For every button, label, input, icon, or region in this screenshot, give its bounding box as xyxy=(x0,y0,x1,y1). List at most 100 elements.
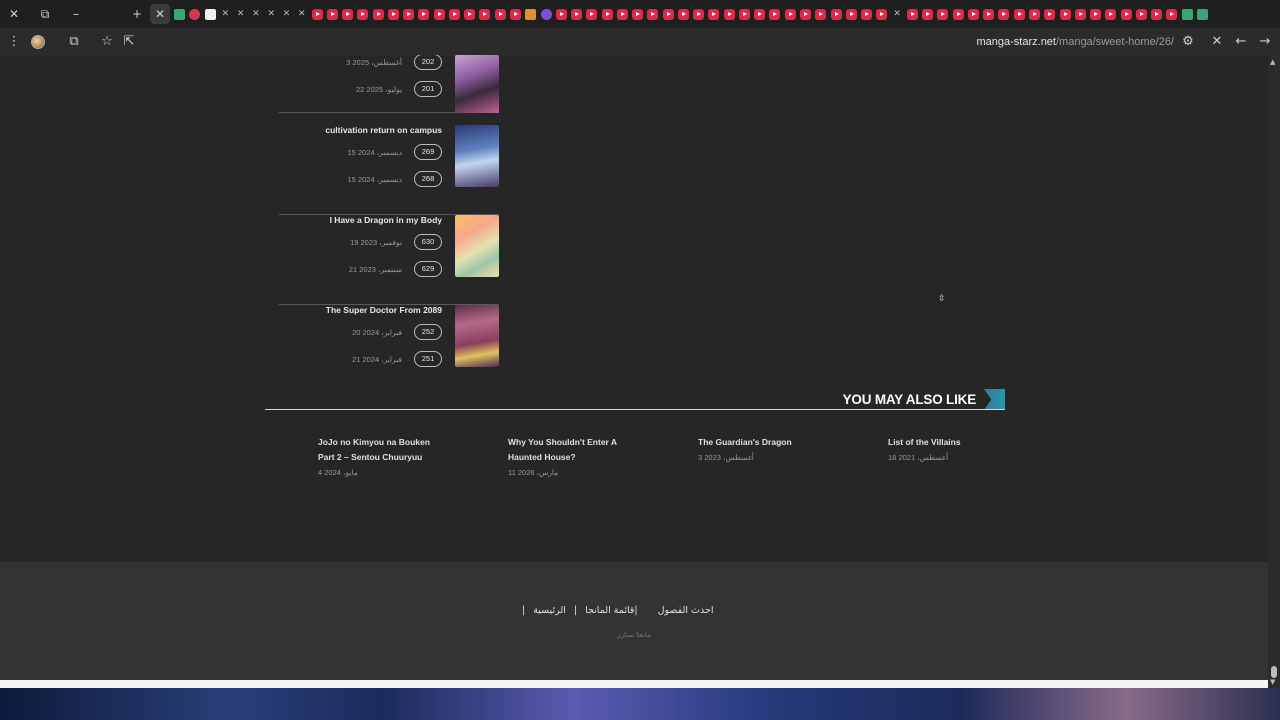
close-tab-icon[interactable]: ✕ xyxy=(150,4,170,24)
recommendation-title[interactable]: JoJo no Kimyou na Bouken Part 2 – Sentou… xyxy=(318,435,448,465)
tab-youtube-icon[interactable] xyxy=(874,6,889,22)
tab-youtube-icon[interactable] xyxy=(370,6,385,22)
tab-youtube-icon[interactable] xyxy=(432,6,447,22)
tab-youtube-icon[interactable] xyxy=(783,6,798,22)
tab-youtube-icon[interactable] xyxy=(615,6,630,22)
minimize-icon[interactable]: – xyxy=(66,4,86,24)
chapter-number[interactable]: 268 xyxy=(414,171,442,187)
tab-youtube-icon[interactable] xyxy=(477,6,492,22)
tab-youtube-icon[interactable] xyxy=(966,6,981,22)
tab-youtube-icon[interactable] xyxy=(951,6,966,22)
tab-youtube-icon[interactable] xyxy=(1134,6,1149,22)
recommendation-title[interactable]: List of the Villains xyxy=(888,435,1018,450)
tab-x-icon[interactable]: ✕ xyxy=(889,6,904,22)
tab-youtube-icon[interactable] xyxy=(340,6,355,22)
chapter-number[interactable]: 252 xyxy=(414,324,442,340)
back-icon[interactable]: ← xyxy=(1231,32,1251,52)
install-app-icon[interactable]: ⇱ xyxy=(119,32,139,52)
tab-youtube-icon[interactable] xyxy=(752,6,767,22)
tab-youtube-icon[interactable] xyxy=(737,6,752,22)
tab-youtube-icon[interactable] xyxy=(935,6,950,22)
tab-youtube-icon[interactable] xyxy=(554,6,569,22)
manga-cover[interactable] xyxy=(455,55,499,113)
footer-link-manga-list[interactable]: قائمة المانجا xyxy=(585,605,634,616)
recommendation-item[interactable]: List of the Villains 18 أغسطس، 2021 xyxy=(888,435,1018,462)
restore-icon[interactable]: ⧉ xyxy=(35,4,55,24)
tab-youtube-icon[interactable] xyxy=(859,6,874,22)
tab-youtube-icon[interactable] xyxy=(905,6,920,22)
chapter-number[interactable]: 269 xyxy=(414,144,442,160)
chapter-row[interactable]: 15 ديسمبر، 2024 269 xyxy=(348,144,442,160)
tab-youtube-icon[interactable] xyxy=(1057,6,1072,22)
tab-m-icon[interactable] xyxy=(172,6,187,22)
tab-youtube-icon[interactable] xyxy=(981,6,996,22)
tab-x-icon[interactable]: ✕ xyxy=(294,6,309,22)
chapter-row[interactable]: 3 أغسطس، 2025 202 xyxy=(346,55,442,70)
tab-youtube-icon[interactable] xyxy=(569,6,584,22)
tab-youtube-icon[interactable] xyxy=(996,6,1011,22)
tab-youtube-icon[interactable] xyxy=(1164,6,1179,22)
tab-youtube-icon[interactable] xyxy=(844,6,859,22)
chapter-number[interactable]: 629 xyxy=(414,261,442,277)
tab-youtube-icon[interactable] xyxy=(630,6,645,22)
chapter-number[interactable]: 630 xyxy=(414,234,442,250)
tab-youtube-icon[interactable] xyxy=(325,6,340,22)
tab-youtube-icon[interactable] xyxy=(493,6,508,22)
tab-youtube-icon[interactable] xyxy=(309,6,324,22)
tab-youtube-icon[interactable] xyxy=(584,6,599,22)
stop-icon[interactable]: ✕ xyxy=(1207,32,1227,52)
tab-x-icon[interactable]: ✕ xyxy=(279,6,294,22)
tab-youtube-icon[interactable] xyxy=(645,6,660,22)
scroll-up-icon[interactable]: ▲ xyxy=(1270,58,1275,66)
tab-youtube-icon[interactable] xyxy=(508,6,523,22)
chapter-number[interactable]: 201 xyxy=(414,81,442,97)
recommendation-item[interactable]: The Guardian's Dragon 3 أغسطس، 2023 xyxy=(698,435,828,462)
recommendation-title[interactable]: Why You Shouldn't Enter A Haunted House? xyxy=(508,435,628,465)
tab-youtube-icon[interactable] xyxy=(401,6,416,22)
chapter-row[interactable]: 21 سبتمبر، 2023 629 xyxy=(349,261,442,277)
tab-youtube-icon[interactable] xyxy=(416,6,431,22)
new-tab-icon[interactable]: + xyxy=(127,4,147,24)
close-window-icon[interactable]: ✕ xyxy=(4,4,24,24)
tab-youtube-icon[interactable] xyxy=(676,6,691,22)
chapter-number[interactable]: 202 xyxy=(414,55,442,70)
chapter-row[interactable]: 20 فبراير، 2024 252 xyxy=(352,324,442,340)
tab-youtube-icon[interactable] xyxy=(1118,6,1133,22)
tab-youtube-icon[interactable] xyxy=(355,6,370,22)
tab-m-icon[interactable] xyxy=(1195,6,1210,22)
tab-youtube-icon[interactable] xyxy=(1088,6,1103,22)
tab-youtube-icon[interactable] xyxy=(813,6,828,22)
manga-cover[interactable] xyxy=(455,305,499,367)
tab-amazon-icon[interactable] xyxy=(203,6,218,22)
tab-youtube-icon[interactable] xyxy=(706,6,721,22)
site-settings-icon[interactable]: ⚙ xyxy=(1178,32,1198,52)
recommendation-title[interactable]: The Guardian's Dragon xyxy=(698,435,828,450)
tab-youtube-icon[interactable] xyxy=(828,6,843,22)
recommendation-item[interactable]: Why You Shouldn't Enter A Haunted House?… xyxy=(508,435,628,477)
tab-violet-icon[interactable] xyxy=(538,6,553,22)
chapter-row[interactable]: 15 ديسمبر، 2024 268 xyxy=(348,171,442,187)
tab-youtube-icon[interactable] xyxy=(1149,6,1164,22)
tab-youtube-icon[interactable] xyxy=(1027,6,1042,22)
recommendation-item[interactable]: JoJo no Kimyou na Bouken Part 2 – Sentou… xyxy=(318,435,448,477)
tab-pinterest-icon[interactable] xyxy=(187,6,202,22)
forward-icon[interactable]: → xyxy=(1255,32,1275,52)
scroll-down-icon[interactable]: ▼ xyxy=(1270,678,1275,686)
tab-youtube-icon[interactable] xyxy=(462,6,477,22)
tab-youtube-icon[interactable] xyxy=(767,6,782,22)
tab-youtube-icon[interactable] xyxy=(386,6,401,22)
tab-x-icon[interactable]: ✕ xyxy=(218,6,233,22)
tab-x-icon[interactable]: ✕ xyxy=(248,6,263,22)
address-bar[interactable]: manga-starz.net/manga/sweet-home/26/ xyxy=(977,36,1175,48)
chapter-row[interactable]: 22 يوليو، 2025 201 xyxy=(356,81,442,97)
manga-cover[interactable] xyxy=(455,215,499,277)
tab-youtube-icon[interactable] xyxy=(1073,6,1088,22)
extensions-icon[interactable]: ⧉ xyxy=(64,32,84,52)
tab-youtube-icon[interactable] xyxy=(691,6,706,22)
tab-youtube-icon[interactable] xyxy=(920,6,935,22)
tab-youtube-icon[interactable] xyxy=(447,6,462,22)
manga-title[interactable]: I Have a Dragon in my Body xyxy=(330,215,442,225)
footer-link-home[interactable]: الرئيسية xyxy=(533,605,566,616)
tab-x-icon[interactable]: ✕ xyxy=(264,6,279,22)
profile-avatar-icon[interactable] xyxy=(31,35,45,49)
